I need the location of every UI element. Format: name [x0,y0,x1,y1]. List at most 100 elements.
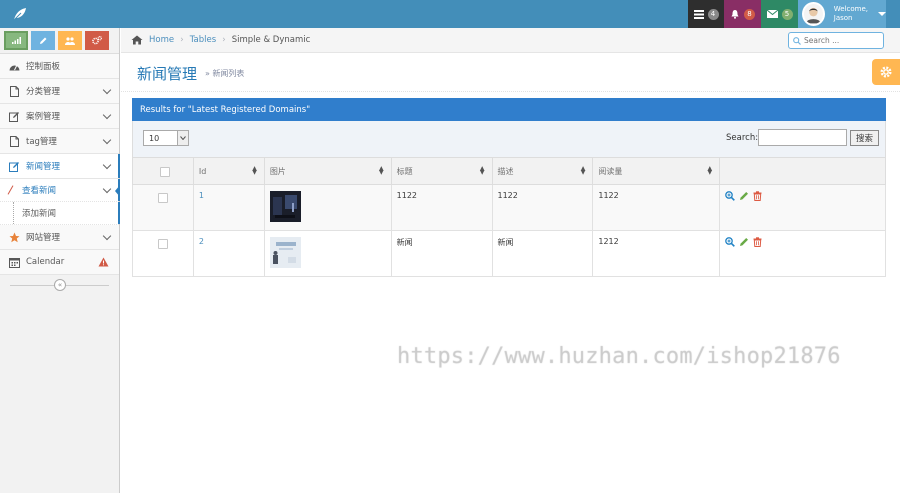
tasks-button[interactable]: 4 [688,0,724,28]
id-cell: 1 [192,184,265,231]
warning-icon [98,257,109,270]
sort-icon: ▲ ▼ [707,165,713,176]
news-thumbnail [269,237,301,268]
watermark-text: https://www.huzhan.com/ishop21876 [397,344,841,369]
sidebar-item-site[interactable]: 网站管理 [0,225,119,250]
page-title: 新闻管理 [137,65,198,83]
description-cell: 1122 [491,184,594,231]
column-header-id[interactable]: Id ▲ ▼ [192,157,265,185]
table-search-label: Search: [726,133,759,143]
column-header-description[interactable]: 描述 ▲ ▼ [491,157,594,185]
breadcrumb: Home › Tables › Simple & Dynamic [121,28,900,53]
ace-settings-button[interactable] [872,59,900,85]
calendar-icon [8,256,20,268]
dashboard-icon [8,60,20,72]
page-header: 新闻管理 » 新闻列表 [121,54,900,92]
sidebar-collapse-button[interactable]: « [54,279,66,291]
sidebar-subitem-label: 查看新闻 [22,186,57,196]
messages-button[interactable]: 5 [761,0,798,28]
table-search-input[interactable] [758,129,847,146]
select-all-checkbox[interactable] [160,167,171,177]
sort-icon: ▲ ▼ [379,165,384,176]
zoom-in-icon[interactable] [725,237,736,247]
leaf-logo-icon[interactable] [12,6,28,22]
shortcut-users-button[interactable] [58,31,82,50]
page-length-value: 10 [149,133,160,143]
pencil-icon[interactable] [739,191,749,201]
search-icon [793,36,801,45]
image-cell [263,230,392,277]
user-menu[interactable]: Welcome, Jason [798,0,886,28]
signal-icon [11,37,21,44]
file-icon [8,85,20,97]
description-cell: 新闻 [491,230,594,277]
news-table: Id ▲ ▼ 图片 ▲ ▼ 标题 ▲ ▼ 描述 ▲ ▼ 阅读量 ▲ ▼ 1 1122 1122 11… [132,157,886,277]
page-subtitle: » 新闻列表 [205,69,245,78]
user-avatar-icon [805,7,821,24]
trash-icon[interactable] [753,237,762,247]
id-cell: 2 [192,230,265,277]
shortcut-signal-button[interactable] [4,31,28,50]
id-link[interactable]: 2 [199,237,204,246]
table-row: 1 1122 1122 1122 [132,184,886,231]
chevron-down-icon [102,184,112,194]
home-icon [131,35,143,45]
sort-icon: ▲ ▼ [580,165,586,176]
tasks-icon [693,9,704,19]
breadcrumb-home-link[interactable]: Home [149,35,174,45]
chevron-down-icon [177,131,188,145]
row-select-cell [132,230,194,277]
trash-icon[interactable] [753,191,762,201]
bell-icon [731,10,739,19]
shortcut-pencil-button[interactable] [31,31,55,50]
breadcrumb-tables-link[interactable]: Tables [190,35,216,45]
column-header-actions [719,157,886,185]
tasks-badge: 4 [707,8,719,20]
gear-icon [880,66,892,78]
messages-badge: 5 [781,8,793,20]
top-navbar: 4 8 5 Welcome, Jason [0,0,900,28]
row-select-cell [132,184,194,231]
zoom-in-icon[interactable] [725,191,736,201]
breadcrumb-current: Simple & Dynamic [231,35,311,45]
sidebar-item-cases[interactable]: 案例管理 [0,104,119,129]
sidebar-shortcuts [0,28,119,54]
column-header-image[interactable]: 图片 ▲ ▼ [263,157,392,185]
actions-cell [719,184,886,231]
table-search-button[interactable]: 搜索 [850,130,879,146]
users-icon [65,36,75,45]
row-checkbox[interactable] [157,193,168,203]
title-cell: 1122 [390,184,493,231]
sidebar-item-calendar[interactable]: Calendar [0,250,119,275]
notifications-badge: 8 [744,8,755,20]
sidebar-item-tag[interactable]: tag管理 [0,129,119,154]
table-header-bar: Results for "Latest Registered Domains" [132,98,886,121]
column-header-views[interactable]: 阅读量 ▲ ▼ [592,157,721,185]
sidebar-subitem-add-news[interactable]: 添加新闻 [0,202,120,225]
nav-search-input[interactable] [804,36,880,45]
views-cell: 1122 [592,184,721,231]
sidebar-item-category[interactable]: 分类管理 [0,79,119,104]
shortcut-cogs-button[interactable] [85,31,109,50]
page-length-select[interactable]: 10 [143,130,189,146]
caret-down-icon [878,12,886,16]
sidebar-collapse: « [0,275,119,297]
sidebar-subitem-view-news[interactable]: 查看新闻 [0,179,120,202]
table-row: 2 新闻 新闻 1212 [132,230,886,277]
sort-icon: ▲ ▼ [479,165,485,176]
notifications-button[interactable]: 8 [724,0,761,28]
avatar [802,2,825,26]
sidebar-item-news[interactable]: 新闻管理 [0,154,120,179]
table-tools-bar: 10 Search: 搜索 [132,121,886,157]
row-checkbox[interactable] [157,239,168,249]
breadcrumb-separator: › [222,35,226,45]
news-thumbnail [269,191,301,222]
sidebar-subitem-label: 添加新闻 [22,209,57,219]
id-link[interactable]: 1 [199,191,204,200]
user-name: Jason [833,14,853,22]
breadcrumb-separator: › [180,35,184,45]
cogs-icon [92,36,102,45]
sidebar-item-dashboard[interactable]: 控制面板 [0,54,119,79]
pencil-icon[interactable] [739,237,749,247]
column-header-title[interactable]: 标题 ▲ ▼ [390,157,493,185]
